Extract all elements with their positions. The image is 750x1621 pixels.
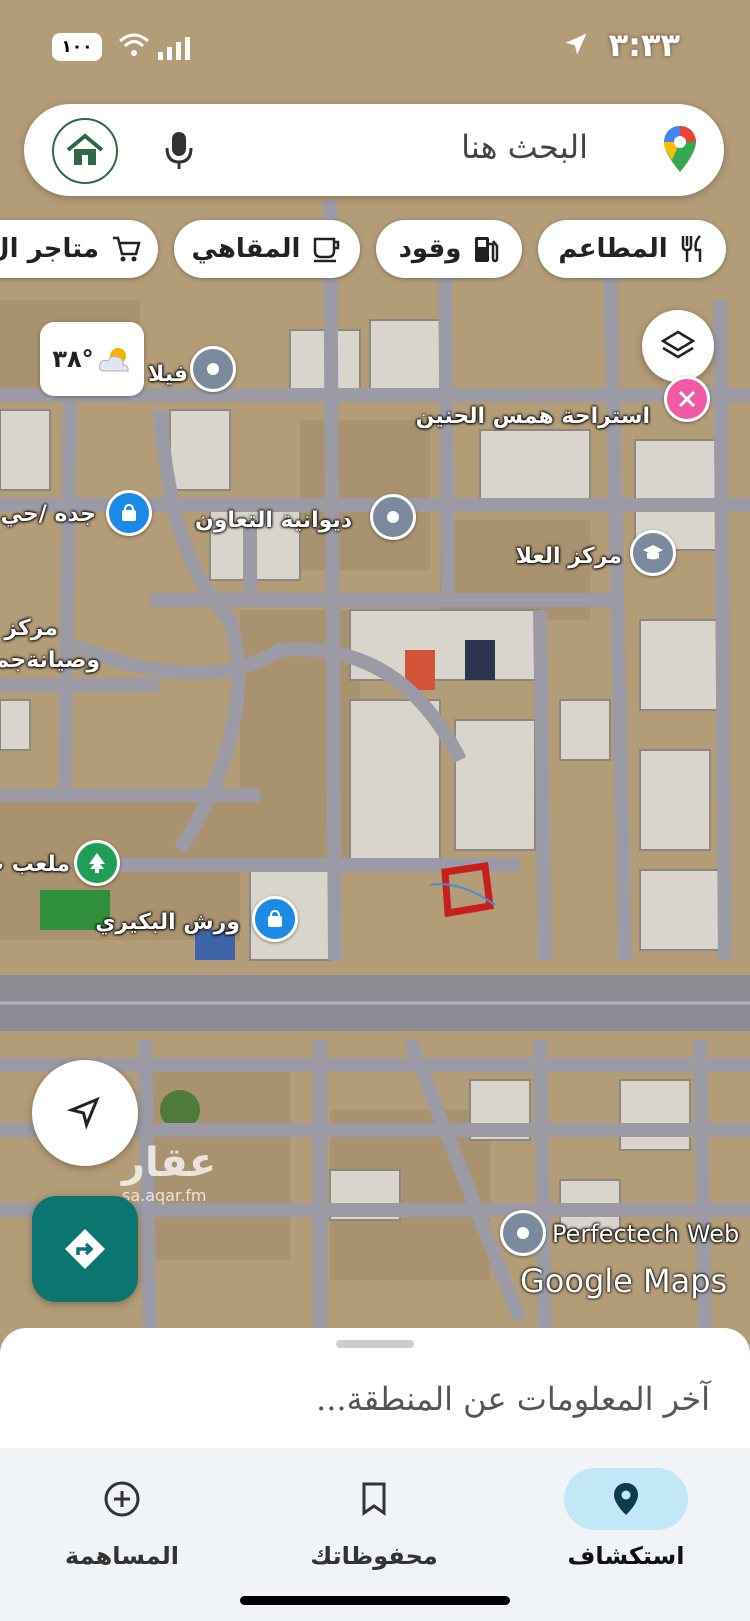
- nav-saved[interactable]: محفوظاتك: [274, 1468, 474, 1570]
- search-input[interactable]: البحث هنا: [461, 128, 588, 166]
- directions-icon: [65, 1229, 105, 1269]
- google-maps-watermark: Google Maps: [520, 1262, 728, 1300]
- fork-knife-icon: [681, 235, 701, 262]
- sheet-drag-handle[interactable]: [336, 1340, 414, 1348]
- navigation-arrow-icon: [67, 1096, 100, 1130]
- bottom-sheet[interactable]: آخر المعلومات عن المنطقة...: [0, 1328, 750, 1448]
- place-icon: [517, 1227, 529, 1239]
- nav-contribute[interactable]: المساهمة: [22, 1468, 222, 1570]
- chip-fuel[interactable]: وقود: [376, 220, 522, 278]
- place-label[interactable]: ملعب ب: [0, 852, 70, 877]
- chip-restaurants[interactable]: المطاعم: [538, 220, 726, 278]
- google-maps-logo-icon: [664, 126, 696, 172]
- weather-widget[interactable]: ٣٨°: [40, 322, 144, 396]
- nav-saved-label: محفوظاتك: [310, 1542, 438, 1570]
- place-label[interactable]: وصيانةجمي: [0, 648, 100, 673]
- chip-label: متاجر ال: [0, 234, 99, 264]
- place-label[interactable]: ورش البكيري: [95, 910, 240, 935]
- place-label[interactable]: استراحة همس الحنين: [416, 404, 650, 429]
- place-icon: [614, 1483, 638, 1515]
- chip-label: وقود: [398, 234, 462, 264]
- cellular-signal-icon: [158, 37, 190, 60]
- account-avatar[interactable]: [52, 118, 118, 184]
- tree-icon: [89, 853, 105, 873]
- nav-explore-pill: [564, 1468, 688, 1530]
- home-indicator[interactable]: [240, 1596, 510, 1605]
- my-location-button[interactable]: [32, 1060, 138, 1166]
- layers-button[interactable]: [642, 310, 714, 382]
- microphone-icon[interactable]: [164, 130, 194, 170]
- nav-explore-label: استكشاف: [567, 1542, 685, 1570]
- partly-cloudy-icon: [98, 348, 129, 372]
- place-label[interactable]: مركز ا: [0, 616, 58, 641]
- place-pin[interactable]: [106, 490, 152, 536]
- chip-label: المطاعم: [558, 234, 668, 264]
- nav-saved-pill: [312, 1468, 436, 1530]
- status-time: ٣:٣٣: [608, 26, 680, 64]
- place-pin[interactable]: [370, 494, 416, 540]
- chip-cafes[interactable]: المقاهي: [174, 220, 360, 278]
- place-label[interactable]: جده /حي: [1, 502, 96, 527]
- wifi-icon: [119, 33, 149, 56]
- place-pin[interactable]: [252, 896, 298, 942]
- shopping-bag-icon: [268, 909, 282, 927]
- add-circle-icon: [104, 1481, 140, 1517]
- bookmark-icon: [362, 1482, 386, 1516]
- place-label[interactable]: مركز العلا: [516, 544, 622, 569]
- tools-icon: [678, 390, 696, 408]
- place-pin[interactable]: [630, 530, 676, 576]
- aqar-watermark-url: sa.aqar.fm: [122, 1186, 207, 1205]
- aqar-watermark: عقار sa.aqar.fm: [122, 1140, 216, 1205]
- school-icon: [643, 545, 663, 560]
- status-bar: ٣:٣٣ ١٠٠: [0, 0, 750, 96]
- layers-icon: [660, 330, 696, 359]
- search-bar[interactable]: البحث هنا: [24, 104, 724, 196]
- nav-contribute-pill: [60, 1468, 184, 1530]
- place-pin[interactable]: [500, 1210, 546, 1256]
- directions-button[interactable]: [32, 1196, 138, 1302]
- place-label[interactable]: Perfectech Web: [552, 1220, 739, 1248]
- place-icon: [387, 511, 399, 523]
- nav-explore[interactable]: استكشاف: [526, 1468, 726, 1570]
- home-logo-icon: [66, 133, 104, 165]
- coffee-icon: [314, 237, 340, 263]
- cart-icon: [112, 236, 141, 262]
- place-pin[interactable]: [190, 346, 236, 392]
- weather-temp: ٣٨°: [52, 345, 94, 373]
- battery-indicator: ١٠٠: [52, 33, 102, 61]
- place-pin[interactable]: [664, 376, 710, 422]
- place-label[interactable]: ديوانية التعاون: [195, 508, 352, 533]
- location-arrow-icon: [565, 33, 587, 55]
- chip-label: المقاهي: [191, 234, 301, 264]
- shopping-bag-icon: [122, 503, 136, 521]
- area-info-text: آخر المعلومات عن المنطقة...: [316, 1380, 710, 1418]
- place-icon: [207, 363, 219, 375]
- place-label[interactable]: فيلا: [148, 362, 188, 387]
- fuel-icon: [475, 237, 499, 263]
- chip-stores[interactable]: متاجر ال: [0, 220, 158, 278]
- aqar-watermark-text: عقار: [122, 1140, 217, 1186]
- place-pin[interactable]: [74, 840, 120, 886]
- nav-contribute-label: المساهمة: [64, 1542, 180, 1570]
